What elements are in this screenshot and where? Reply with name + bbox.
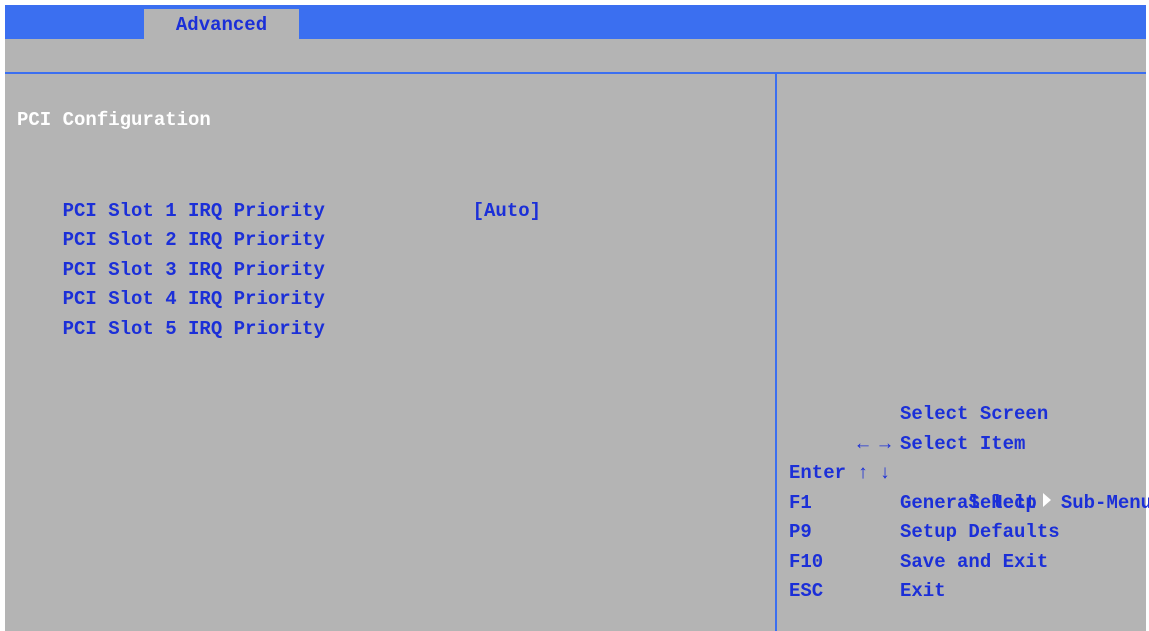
sub-header-bar (5, 39, 1146, 74)
setting-label: PCI Slot 5 IRQ Priority (62, 317, 325, 340)
key-name: Enter (789, 462, 847, 484)
key-help-row: ← → Select Screen (789, 400, 1149, 455)
settings-list: PCI Slot 1 IRQ Priority [Auto] PCI Slot 2… (17, 167, 541, 340)
key-action: Exit (900, 580, 946, 602)
settings-panel (5, 74, 775, 631)
setting-pci-slot-2-irq-priority[interactable]: PCI Slot 2 IRQ Priority (17, 197, 541, 251)
setting-pci-slot-3-irq-priority[interactable]: PCI Slot 3 IRQ Priority (17, 226, 541, 281)
key-name: ← → (789, 400, 900, 455)
key-action: Select Screen (900, 403, 1049, 425)
top-menu-bar: Advanced (5, 5, 1146, 41)
key-action-suffix: Sub-Menu (1060, 491, 1149, 514)
key-name: P9 (789, 521, 812, 543)
key-name: ↑ ↓ (789, 430, 900, 484)
key-action: Save and Exit (900, 550, 1049, 573)
page-title: PCI Configuration (17, 109, 211, 131)
key-help-list: ← → Select Screen ↑ ↓ Select Item Enter Se… (789, 400, 1149, 607)
key-action: Setup Defaults (900, 521, 1060, 543)
tab-advanced[interactable]: Advanced (144, 9, 299, 41)
submenu-triangle-icon (1042, 493, 1051, 508)
key-name: F1 (789, 491, 812, 514)
key-name: ESC (789, 580, 824, 602)
key-name: F10 (789, 550, 824, 573)
key-help-row: ↑ ↓ Select Item (789, 430, 1149, 485)
key-action: Select Sub-Menu (900, 459, 1149, 514)
key-help-row: ESC Exit (789, 577, 1149, 607)
setting-pci-slot-5-irq-priority[interactable]: PCI Slot 5 IRQ Priority (17, 285, 541, 340)
key-action: General Help (900, 491, 1037, 514)
key-help-row: F10 Save and Exit (789, 548, 1149, 578)
key-action: Select Item (900, 432, 1026, 455)
setting-pci-slot-4-irq-priority[interactable]: PCI Slot 4 IRQ Priority (17, 256, 541, 310)
key-help-row: Enter Select Sub-Menu (789, 459, 1149, 514)
key-help-row: P9 Setup Defaults (789, 518, 1149, 548)
setting-pci-slot-1-irq-priority[interactable]: PCI Slot 1 IRQ Priority [Auto] (17, 167, 541, 222)
